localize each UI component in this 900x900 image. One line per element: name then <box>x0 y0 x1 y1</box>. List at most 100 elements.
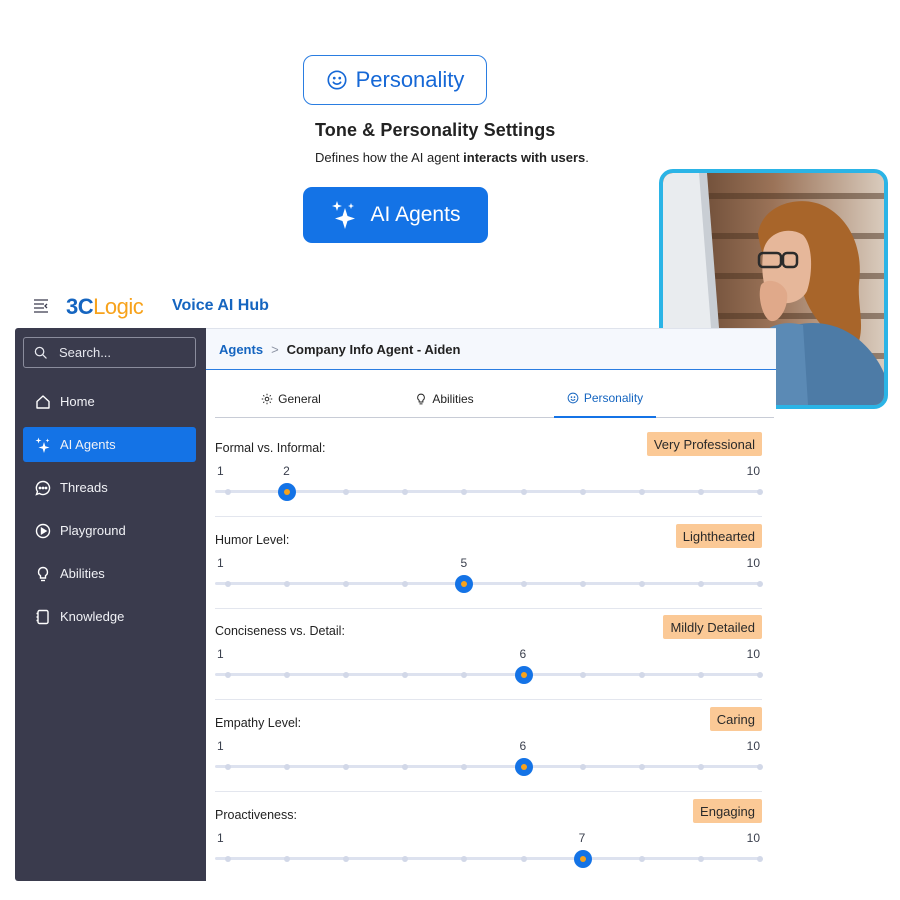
sidebar-item-abilities[interactable]: Abilities <box>23 556 196 591</box>
slider-tick-dot <box>697 856 704 862</box>
slider-tick-dot <box>343 672 350 678</box>
slider-tick-dot <box>402 764 409 770</box>
slider-tick-dot <box>284 672 291 678</box>
search-icon <box>34 346 47 359</box>
slider-track[interactable] <box>215 765 762 768</box>
slider-tick-dot <box>461 856 468 862</box>
slider-tick-dot <box>402 672 409 678</box>
smile-icon <box>327 70 347 90</box>
hero-subtitle-end: . <box>585 150 589 165</box>
tab-label: Abilities <box>432 392 474 406</box>
hero-subtitle-text: Defines how the AI agent <box>315 150 464 165</box>
slider-label: Conciseness vs. Detail: <box>215 624 345 638</box>
slider-max: 10 <box>746 556 760 570</box>
slider-tick-dot <box>284 856 291 862</box>
sparkle-icon <box>35 437 50 453</box>
slider-tick-dot <box>579 764 586 770</box>
book-icon <box>36 609 49 624</box>
slider-tick-dot <box>638 489 645 495</box>
slider-value-badge: Very Professional <box>646 432 762 456</box>
slider-thumb[interactable] <box>573 850 592 868</box>
slider-tick-dot <box>461 489 468 495</box>
slider-label: Formal vs. Informal: <box>215 441 326 455</box>
slider-min: 1 <box>217 556 224 570</box>
sparkle-icon <box>331 201 355 229</box>
tab-label: General <box>278 392 321 406</box>
slider-current-value: 7 <box>578 831 586 845</box>
slider-value-badge: Engaging <box>693 799 762 823</box>
breadcrumb: Agents > Company Info Agent - Aiden <box>206 328 776 370</box>
slider-max: 10 <box>746 831 760 845</box>
tab-general[interactable]: General <box>215 380 367 418</box>
sidebar-item-ai-agents[interactable]: AI Agents <box>23 427 196 462</box>
slider-track[interactable] <box>215 857 762 860</box>
slider-tick-dot <box>757 581 763 587</box>
slider-thumb[interactable] <box>514 758 533 776</box>
slider-thumb[interactable] <box>455 575 474 593</box>
slider-label: Humor Level: <box>215 533 290 547</box>
sidebar-item-playground[interactable]: Playground <box>23 513 196 548</box>
slider-tick-dot <box>343 581 350 587</box>
slider-max: 10 <box>746 647 760 661</box>
slider-tick-dot <box>225 764 231 770</box>
slider-min: 1 <box>217 647 224 661</box>
ai-agents-pill-label: AI Agents <box>370 203 461 226</box>
slider-conciseness-detail: Conciseness vs. Detail: Mildly Detailed … <box>215 615 763 707</box>
smile-icon <box>567 392 579 404</box>
slider-track[interactable] <box>215 673 762 676</box>
slider-tick-dot <box>757 764 763 770</box>
hero-subtitle: Defines how the AI agent interacts with … <box>315 150 589 165</box>
slider-tick-dot <box>225 672 231 678</box>
tab-label: Personality <box>583 391 644 405</box>
breadcrumb-agents-link[interactable]: Agents <box>219 342 263 357</box>
logo-3c: 3C <box>66 294 94 319</box>
slider-tick-dot <box>284 581 291 587</box>
slider-tick-dot <box>757 672 763 678</box>
slider-max: 10 <box>746 464 760 478</box>
slider-tick-dot <box>284 764 291 770</box>
slider-tick-dot <box>757 489 763 495</box>
slider-min: 1 <box>217 831 224 845</box>
slider-tick-dot <box>697 489 704 495</box>
slider-tick-dot <box>225 489 231 495</box>
slider-min: 1 <box>217 739 224 753</box>
sidebar-item-threads[interactable]: Threads <box>23 470 196 505</box>
slider-current-value: 5 <box>460 556 468 570</box>
slider-tick-dot <box>520 856 527 862</box>
slider-proactiveness: Proactiveness: Engaging 1 7 10 <box>215 799 763 891</box>
personality-pill: Personality <box>303 55 487 105</box>
sidebar-item-label: Knowledge <box>60 609 125 624</box>
sidebar-item-knowledge[interactable]: Knowledge <box>23 599 196 634</box>
slider-current-value: 6 <box>519 647 527 661</box>
slider-thumb[interactable] <box>514 666 533 684</box>
slider-current-value: 2 <box>283 464 290 478</box>
tab-bar: General Abilities Personality <box>215 380 774 418</box>
slider-tick-dot <box>520 581 527 587</box>
sidebar-item-home[interactable]: Home <box>23 384 196 419</box>
search-input[interactable]: Search... <box>23 337 196 368</box>
slider-tick-dot <box>402 489 409 495</box>
slider-track[interactable] <box>215 490 762 493</box>
slider-formal-informal: Formal vs. Informal: Very Professional 1… <box>215 432 763 524</box>
sidebar-item-label: AI Agents <box>60 437 116 452</box>
slider-thumb[interactable] <box>278 483 297 501</box>
home-icon <box>36 394 50 409</box>
slider-track[interactable] <box>215 582 762 585</box>
hero-subtitle-bold: interacts with users <box>463 150 586 165</box>
slider-tick-dot <box>343 489 350 495</box>
slider-tick-dot <box>520 489 527 495</box>
slider-empathy-level: Empathy Level: Caring 1 6 10 <box>215 707 763 799</box>
divider <box>215 516 762 517</box>
tab-personality[interactable]: Personality <box>554 380 656 418</box>
menu-collapse-icon[interactable] <box>33 298 49 314</box>
divider <box>215 791 762 792</box>
tab-abilities[interactable]: Abilities <box>367 380 522 418</box>
play-icon <box>35 523 51 538</box>
slider-tick-dot <box>697 581 704 587</box>
slider-value-badge: Mildly Detailed <box>663 615 762 639</box>
app-logo[interactable]: 3CLogic <box>66 294 144 320</box>
chevron-right-icon: > <box>271 341 279 357</box>
slider-tick-dot <box>697 672 704 678</box>
slider-value-badge: Caring <box>709 707 762 731</box>
slider-tick-dot <box>579 489 586 495</box>
